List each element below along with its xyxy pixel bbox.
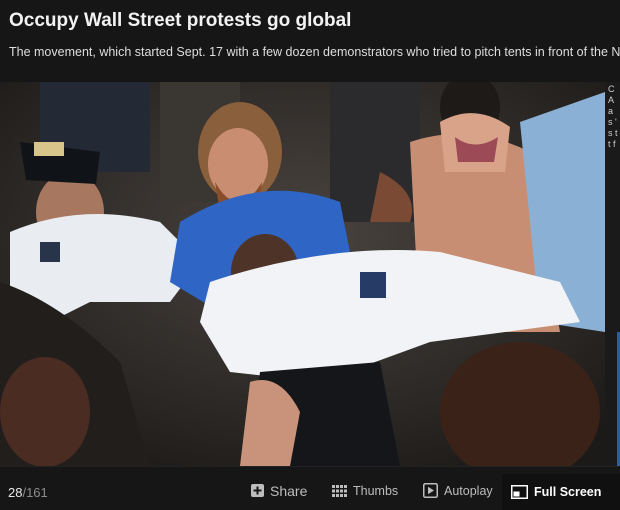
gallery-header: Occupy Wall Street protests go global Th… [0,0,620,82]
grid-icon [332,484,347,497]
gallery-title: Occupy Wall Street protests go global [9,10,352,31]
fullscreen-icon [511,485,528,499]
photo-caption: The movement, which started Sept. 17 wit… [9,45,620,59]
counter-total: /161 [22,485,48,500]
side-caption-panel: C A a s ' s t t f [605,82,620,466]
thumbs-button[interactable]: Thumbs [332,477,398,504]
autoplay-label: Autoplay [444,483,493,498]
photo-counter: 28/161 [8,485,48,500]
counter-current: 28 [8,485,23,500]
fullscreen-button[interactable]: Full Screen [502,474,620,510]
side-caption-text: C A a s ' s t t f [608,84,618,149]
share-button[interactable]: Share [251,477,307,504]
share-label: Share [270,482,308,499]
photo-illustration [0,82,605,466]
gallery-toolbar: 28/161 Share Thumbs Autoplay Full Screen [0,466,620,510]
thumbs-label: Thumbs [353,483,399,498]
autoplay-button[interactable]: Autoplay [423,477,493,504]
fullscreen-label: Full Screen [534,485,602,499]
plus-square-icon [251,484,264,497]
main-photo[interactable] [0,82,605,466]
play-icon [423,483,438,498]
